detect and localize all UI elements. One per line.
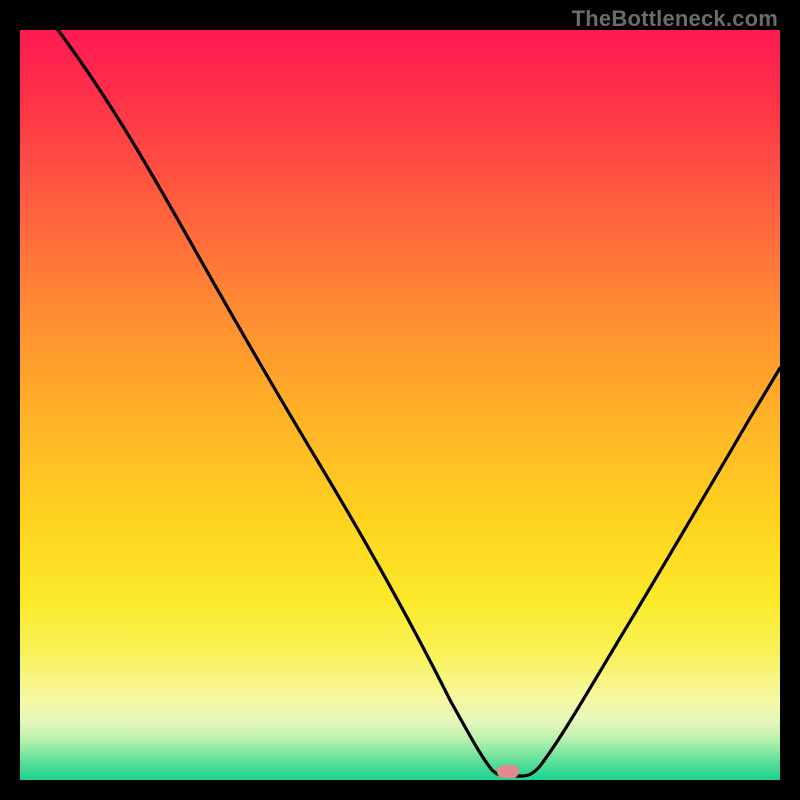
optimal-marker — [497, 765, 519, 778]
plot-area — [20, 30, 780, 780]
curve-path — [58, 30, 780, 776]
watermark-text: TheBottleneck.com — [572, 6, 778, 32]
bottleneck-curve — [20, 30, 780, 780]
chart-container: TheBottleneck.com — [0, 0, 800, 800]
